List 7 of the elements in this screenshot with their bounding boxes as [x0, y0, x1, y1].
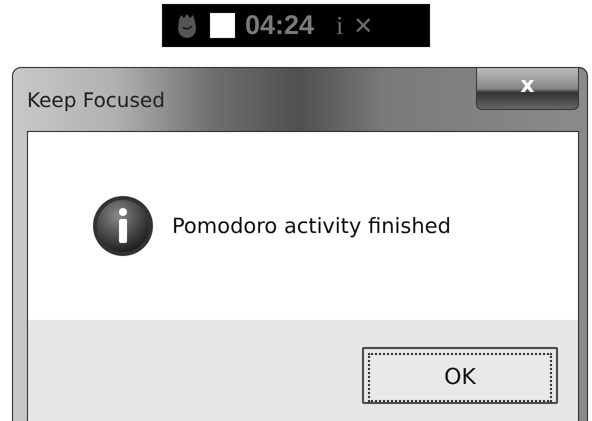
- info-button[interactable]: i: [336, 10, 344, 40]
- ok-button[interactable]: OK: [362, 347, 558, 404]
- message-text: Pomodoro activity finished: [172, 214, 451, 238]
- close-button[interactable]: ✕: [353, 12, 374, 40]
- timer-time: 04:24: [245, 10, 314, 41]
- info-icon: [92, 195, 154, 257]
- window-title: Keep Focused: [27, 88, 165, 112]
